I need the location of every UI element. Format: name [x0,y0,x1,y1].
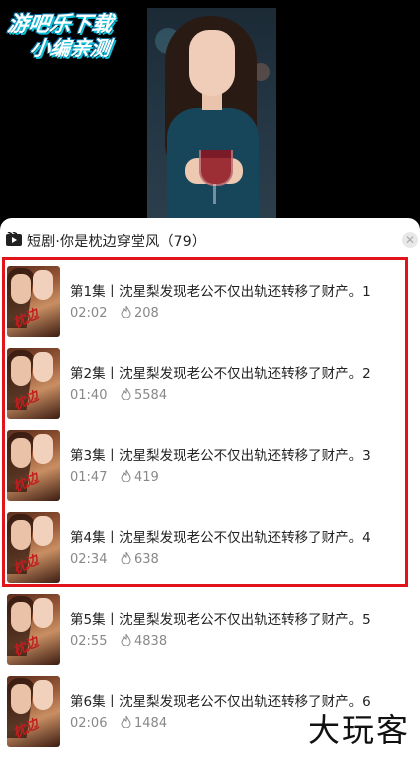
episode-thumbnail: 枕边 [7,430,60,501]
episode-plays-count: 4838 [134,634,168,649]
episode-title: 第3集丨沈星梨发现老公不仅出轨还转移了财产。3 [70,448,371,464]
episode-item[interactable]: 枕边 第4集丨沈星梨发现老公不仅出轨还转移了财产。4 02:34 638 [0,498,420,583]
episode-plays-count: 419 [134,470,159,485]
video-play-icon [6,232,22,246]
episode-duration: 02:34 [70,552,108,567]
episode-plays-count: 638 [134,552,159,567]
watermark: 大玩客 [307,711,410,749]
episode-thumbnail: 枕边 [7,512,60,583]
flame-icon [121,716,131,728]
episode-plays: 208 [121,306,159,321]
episode-sheet: 短剧·你是枕边穿堂风（79） ✕ 枕边 第1集丨沈星梨发现老公不仅出轨还转移了财… [0,218,420,761]
episode-plays: 1484 [121,716,167,731]
episode-plays: 4838 [121,634,167,649]
flame-icon [121,388,131,400]
episode-plays: 638 [121,552,159,567]
episode-duration: 02:55 [70,634,108,649]
episode-title: 第2集丨沈星梨发现老公不仅出轨还转移了财产。2 [70,366,371,382]
episode-thumbnail: 枕边 [7,348,60,419]
episode-item[interactable]: 枕边 第3集丨沈星梨发现老公不仅出轨还转移了财产。3 01:47 419 [0,416,420,501]
episode-title: 第1集丨沈星梨发现老公不仅出轨还转移了财产。1 [70,284,371,300]
episode-item[interactable]: 枕边 第1集丨沈星梨发现老公不仅出轨还转移了财产。1 02:02 208 [0,252,420,337]
episode-thumbnail: 枕边 [7,266,60,337]
episode-plays-count: 5584 [134,388,168,403]
episode-list: 枕边 第1集丨沈星梨发现老公不仅出轨还转移了财产。1 02:02 208 枕边 … [0,252,420,747]
sheet-title: 短剧·你是枕边穿堂风（79） [27,234,207,250]
episode-plays: 419 [121,470,159,485]
logo-line2: 小编亲测 [28,36,112,60]
flame-icon [121,634,131,646]
flame-icon [121,306,131,318]
flame-icon [121,470,131,482]
actress-face [189,30,235,96]
episode-title: 第5集丨沈星梨发现老公不仅出轨还转移了财产。5 [70,612,371,628]
video-player[interactable]: 游吧乐下载 小编亲测 [0,0,420,218]
wine-glass [199,150,233,186]
episode-duration: 01:40 [70,388,108,403]
episode-plays-count: 208 [134,306,159,321]
episode-item[interactable]: 枕边 第5集丨沈星梨发现老公不仅出轨还转移了财产。5 02:55 4838 [0,580,420,665]
video-frame[interactable] [147,8,276,218]
episode-duration: 02:02 [70,306,108,321]
episode-thumbnail: 枕边 [7,594,60,665]
episode-item[interactable]: 枕边 第2集丨沈星梨发现老公不仅出轨还转移了财产。2 01:40 5584 [0,334,420,419]
episode-thumbnail: 枕边 [7,676,60,747]
flame-icon [121,552,131,564]
episode-plays: 5584 [121,388,167,403]
episode-title: 第4集丨沈星梨发现老公不仅出轨还转移了财产。4 [70,530,371,546]
episode-duration: 01:47 [70,470,108,485]
wine-glass-stem [213,184,216,204]
close-icon[interactable]: ✕ [402,232,418,248]
site-logo: 游吧乐下载 小编亲测 [3,12,150,60]
logo-line1: 游吧乐下载 [6,12,115,36]
episode-plays-count: 1484 [134,716,168,731]
episode-duration: 02:06 [70,716,108,731]
